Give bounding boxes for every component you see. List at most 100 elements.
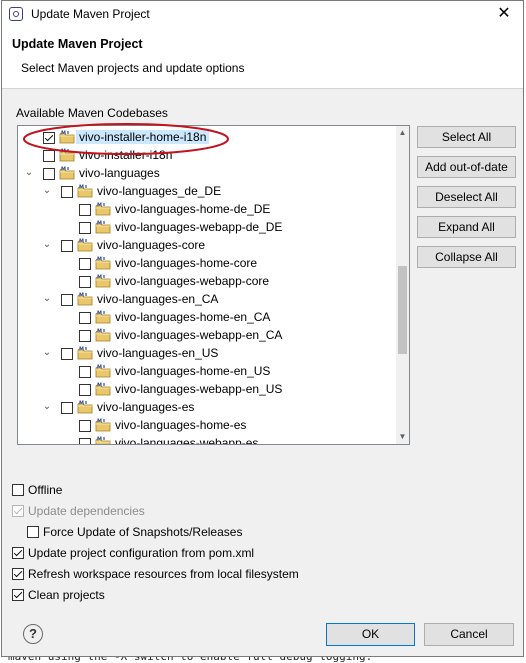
tree-row-checkbox[interactable] [61, 294, 73, 306]
maven-project-folder-icon: M [95, 437, 111, 444]
svg-text:M: M [79, 401, 84, 407]
force-update-checkbox[interactable] [27, 526, 39, 538]
chevron-down-icon[interactable]: ⌄ [42, 186, 52, 196]
tree-row-label: vivo-languages-home-es [115, 418, 247, 432]
update-config-label: Update project configuration from pom.xm… [28, 546, 255, 560]
select-all-button[interactable]: Select All [417, 126, 516, 148]
help-icon[interactable]: ? [23, 624, 43, 644]
tree-row-checkbox[interactable] [61, 348, 73, 360]
dialog-header: Update Maven Project Select Maven projec… [2, 28, 523, 89]
scrollbar-thumb[interactable] [398, 266, 407, 354]
tree-row-checkbox[interactable] [79, 204, 91, 216]
tree-row-checkbox[interactable] [79, 420, 91, 432]
update-dependencies-checkbox [12, 505, 24, 517]
close-icon[interactable]: ✕ [490, 4, 518, 24]
tree-vertical-scrollbar[interactable]: ▲ ▼ [396, 126, 409, 444]
maven-project-folder-icon: M [95, 257, 111, 270]
svg-text:M: M [79, 239, 84, 245]
update-dependencies-label: Update dependencies [28, 504, 145, 518]
add-out-of-date-button[interactable]: Add out-of-date [417, 156, 516, 178]
clean-projects-checkbox[interactable] [12, 589, 24, 601]
tree-row[interactable]: ⌄ Mvivo-languages [18, 165, 396, 183]
tree-row-checkbox[interactable] [61, 402, 73, 414]
svg-text:M: M [97, 437, 102, 443]
tree-row-checkbox[interactable] [61, 240, 73, 252]
tree-row-label: vivo-languages-es [97, 400, 195, 414]
svg-text:M: M [97, 419, 102, 425]
maven-project-folder-icon: M [77, 185, 93, 198]
maven-project-folder-icon: M [95, 203, 111, 216]
tree-row[interactable]: Mvivo-languages-home-en_US [18, 363, 396, 381]
svg-text:M: M [97, 221, 102, 227]
tree-row-checkbox[interactable] [79, 330, 91, 342]
tree-row[interactable]: Mvivo-languages-webapp-en_US [18, 381, 396, 399]
maven-project-folder-icon: M [77, 347, 93, 360]
tree-row-label: vivo-languages-home-core [115, 256, 258, 270]
ok-button[interactable]: OK [326, 623, 415, 646]
svg-text:M: M [79, 185, 84, 191]
maven-project-folder-icon: M [95, 365, 111, 378]
tree-row[interactable]: Mvivo-languages-home-de_DE [18, 201, 396, 219]
tree-row-label: vivo-languages-home-de_DE [115, 202, 271, 216]
cancel-button[interactable]: Cancel [424, 623, 514, 646]
codebases-tree[interactable]: ▲ ▼ Mvivo-installer-home-i18n Mvivo-insta… [17, 125, 410, 445]
svg-text:M: M [61, 167, 66, 173]
tree-row[interactable]: Mvivo-languages-home-en_CA [18, 309, 396, 327]
force-update-label: Force Update of Snapshots/Releases [43, 525, 243, 539]
tree-row-checkbox[interactable] [79, 312, 91, 324]
tree-row-label: vivo-languages-webapp-de_DE [115, 220, 283, 234]
tree-row-label: vivo-languages_de_DE [97, 184, 222, 198]
chevron-down-icon[interactable]: ⌄ [24, 168, 34, 178]
tree-row[interactable]: Mvivo-languages-webapp-de_DE [18, 219, 396, 237]
tree-row-label: vivo-languages-webapp-en_US [115, 382, 283, 396]
tree-row[interactable]: ⌄ Mvivo-languages-en_US [18, 345, 396, 363]
clean-projects-label: Clean projects [28, 588, 105, 602]
maven-project-folder-icon: M [95, 419, 111, 432]
tree-row[interactable]: ⌄ Mvivo-languages_de_DE [18, 183, 396, 201]
tree-row[interactable]: ⌄ Mvivo-languages-en_CA [18, 291, 396, 309]
tree-row-checkbox[interactable] [79, 222, 91, 234]
maven-project-folder-icon: M [77, 239, 93, 252]
tree-row-checkbox[interactable] [43, 168, 55, 180]
tree-row-label: vivo-languages-home-en_US [115, 364, 271, 378]
maven-project-folder-icon: M [77, 293, 93, 306]
maven-project-folder-icon: M [95, 311, 111, 324]
tree-row[interactable]: Mvivo-languages-home-es [18, 417, 396, 435]
tree-row-label: vivo-languages-webapp-core [115, 274, 270, 288]
tree-row-checkbox[interactable] [79, 384, 91, 396]
maven-project-folder-icon: M [95, 329, 111, 342]
tree-row-checkbox[interactable] [61, 186, 73, 198]
tree-row-label: vivo-languages-webapp-es [115, 436, 259, 445]
collapse-all-button[interactable]: Collapse All [417, 246, 516, 268]
chevron-down-icon[interactable]: ⌄ [42, 240, 52, 250]
tree-row-checkbox[interactable] [79, 438, 91, 444]
tree-row-checkbox[interactable] [79, 258, 91, 270]
svg-text:M: M [97, 329, 102, 335]
scroll-up-arrow-icon[interactable]: ▲ [396, 126, 409, 140]
tree-row[interactable]: ⌄ Mvivo-languages-core [18, 237, 396, 255]
tree-row-label: vivo-languages-en_CA [97, 292, 219, 306]
svg-text:M: M [97, 383, 102, 389]
maven-project-folder-icon: M [95, 275, 111, 288]
tree-row-label: vivo-languages-core [97, 238, 206, 252]
tree-row[interactable]: ⌄ Mvivo-languages-es [18, 399, 396, 417]
deselect-all-button[interactable]: Deselect All [417, 186, 516, 208]
chevron-down-icon[interactable]: ⌄ [42, 294, 52, 304]
tree-row-checkbox[interactable] [79, 366, 91, 378]
header-subtitle: Select Maven projects and update options [21, 61, 245, 75]
codebases-label: Available Maven Codebases [16, 106, 168, 120]
tree-row[interactable]: Mvivo-languages-webapp-es [18, 435, 396, 445]
chevron-down-icon[interactable]: ⌄ [42, 402, 52, 412]
expand-all-button[interactable]: Expand All [417, 216, 516, 238]
scroll-down-arrow-icon[interactable]: ▼ [396, 430, 409, 444]
svg-text:M: M [79, 347, 84, 353]
tree-row[interactable]: Mvivo-languages-webapp-core [18, 273, 396, 291]
chevron-down-icon[interactable]: ⌄ [42, 348, 52, 358]
offline-checkbox[interactable] [12, 484, 24, 496]
tree-row[interactable]: Mvivo-languages-webapp-en_CA [18, 327, 396, 345]
window-title: Update Maven Project [31, 7, 150, 21]
tree-row-checkbox[interactable] [79, 276, 91, 288]
refresh-workspace-checkbox[interactable] [12, 568, 24, 580]
tree-row[interactable]: Mvivo-languages-home-core [18, 255, 396, 273]
update-config-checkbox[interactable] [12, 547, 24, 559]
